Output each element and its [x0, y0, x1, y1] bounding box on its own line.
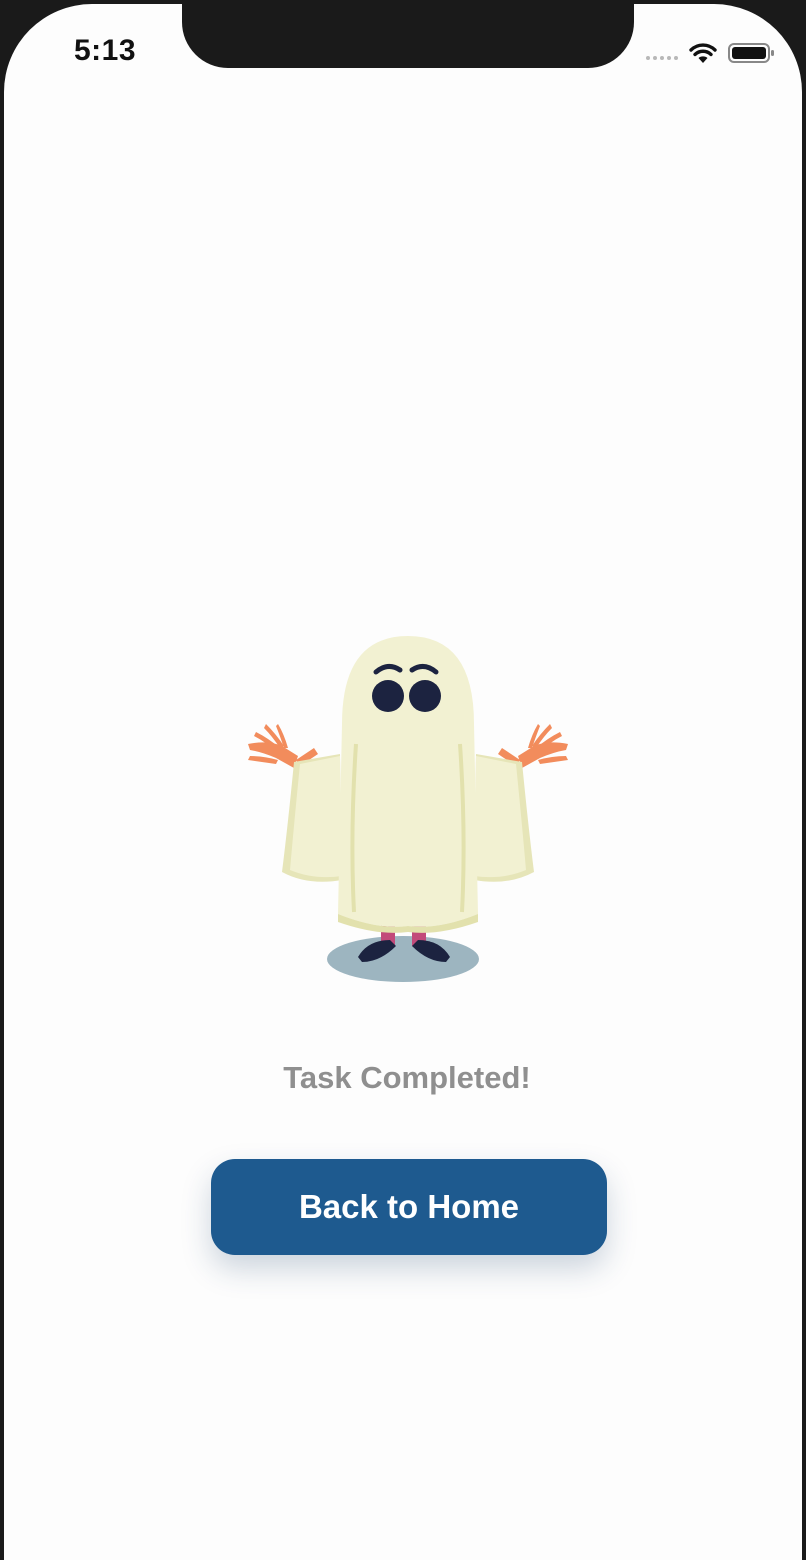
- status-icons: [646, 38, 776, 68]
- battery-icon: [728, 43, 774, 63]
- back-to-home-label: Back to Home: [298, 1188, 520, 1225]
- signal-icon: [646, 56, 678, 60]
- ground-shadow: [327, 936, 479, 982]
- back-to-home-button[interactable]: Back to Home: [211, 1159, 607, 1255]
- app-screen: 5:13 Task Completed! Back to Home: [4, 4, 802, 1560]
- status-time: 5:13: [74, 34, 137, 67]
- ghost-illustration: [248, 636, 568, 982]
- task-completed-message: Task Completed!: [283, 1060, 531, 1095]
- right-eye: [409, 680, 441, 712]
- device-notch: [182, 4, 634, 68]
- phone-frame: 5:13 Task Completed! Back to Home: [0, 0, 806, 1560]
- left-eye: [372, 680, 404, 712]
- wifi-icon: [689, 43, 717, 63]
